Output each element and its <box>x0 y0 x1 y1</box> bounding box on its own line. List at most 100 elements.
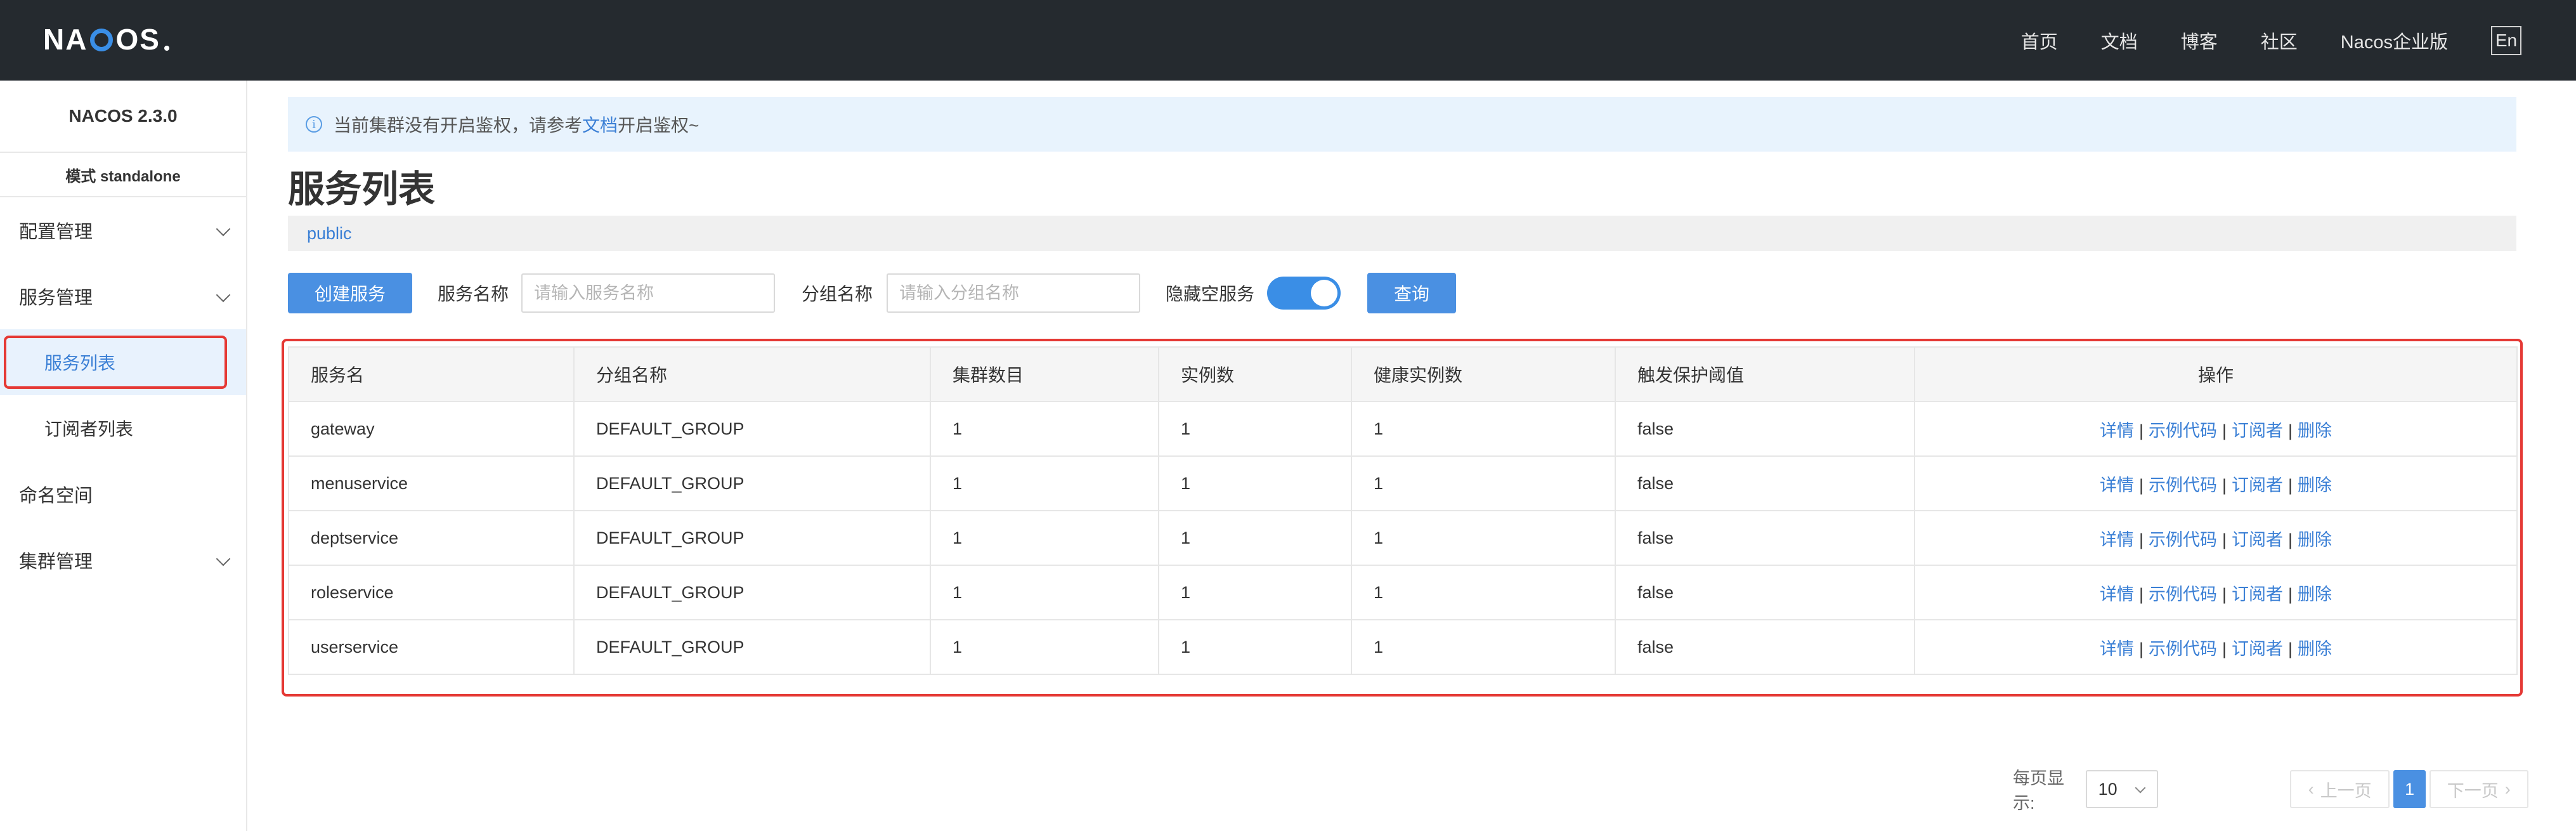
sample-code-link[interactable]: 示例代码 <box>2149 639 2217 658</box>
next-page-button[interactable]: 下一页 › <box>2429 770 2528 808</box>
nav-blog[interactable]: 博客 <box>2181 27 2218 54</box>
subscribers-link[interactable]: 订阅者 <box>2232 421 2283 440</box>
table-cell-operations: 详情 | 示例代码 | 订阅者 | 删除 <box>1914 510 2518 566</box>
notice-text-after: 开启鉴权~ <box>618 115 699 135</box>
service-name-input[interactable] <box>521 273 776 313</box>
namespace-tab-public[interactable]: public <box>307 224 352 244</box>
detail-link[interactable]: 详情 <box>2100 639 2134 658</box>
column-header: 健康实例数 <box>1351 346 1616 402</box>
subscribers-link[interactable]: 订阅者 <box>2232 476 2283 495</box>
chevron-left-icon: ‹ <box>2308 779 2314 799</box>
nav-docs[interactable]: 文档 <box>2101 27 2138 54</box>
table-cell-operations: 详情 | 示例代码 | 订阅者 | 删除 <box>1914 401 2518 457</box>
sidebar-item-service-list[interactable]: 服务列表 <box>0 329 246 395</box>
logo-ring-icon <box>90 29 114 51</box>
delete-link[interactable]: 删除 <box>2298 476 2332 495</box>
notice-docs-link[interactable]: 文档 <box>582 112 618 137</box>
nav-home[interactable]: 首页 <box>2021 27 2058 54</box>
table-cell-healthy: 1 <box>1351 565 1616 620</box>
nav-community[interactable]: 社区 <box>2261 27 2298 54</box>
sidebar-item-subscriber-list[interactable]: 订阅者列表 <box>0 395 246 461</box>
table-cell-group: DEFAULT_GROUP <box>573 455 931 511</box>
table-cell-protect: false <box>1615 619 1915 675</box>
separator: | <box>2138 584 2143 604</box>
logo-dot-icon <box>164 46 169 51</box>
next-page-label: 下一页 <box>2447 781 2499 801</box>
mode-label: 模式 standalone <box>0 152 246 197</box>
detail-link[interactable]: 详情 <box>2100 530 2134 549</box>
sidebar: NACOS 2.3.0 模式 standalone 配置管理 服务管理 服务列表… <box>0 81 247 831</box>
sidebar-item-namespace[interactable]: 命名空间 <box>0 461 246 527</box>
subscribers-link[interactable]: 订阅者 <box>2232 585 2283 604</box>
sample-code-link[interactable]: 示例代码 <box>2149 476 2217 495</box>
prev-page-button[interactable]: ‹ 上一页 <box>2290 770 2390 808</box>
sidebar-item-label: 订阅者列表 <box>44 419 134 439</box>
table-cell-protect: false <box>1615 455 1915 511</box>
column-header: 操作 <box>1914 346 2518 402</box>
delete-link[interactable]: 删除 <box>2298 585 2332 604</box>
column-header: 服务名 <box>288 346 575 402</box>
sample-code-link[interactable]: 示例代码 <box>2149 585 2217 604</box>
page-size-select[interactable]: 10 <box>2085 770 2159 808</box>
subscribers-link[interactable]: 订阅者 <box>2232 530 2283 549</box>
table-cell-group: DEFAULT_GROUP <box>573 510 931 566</box>
table-cell-clusters: 1 <box>930 619 1159 675</box>
separator: | <box>2288 530 2293 549</box>
sidebar-item-label: 服务管理 <box>19 288 93 308</box>
info-icon: i <box>306 116 322 133</box>
service-table-container: 服务名 分组名称 集群数目 实例数 健康实例数 触发保护阈值 操作 gatewa… <box>282 339 2523 697</box>
delete-link[interactable]: 删除 <box>2298 421 2332 440</box>
column-header: 集群数目 <box>930 346 1159 402</box>
table-row: deptservice DEFAULT_GROUP 1 1 1 false 详情 | 示例代码 |… <box>288 510 2518 566</box>
table-cell-name: deptservice <box>288 510 575 566</box>
create-service-button[interactable]: 创建服务 <box>288 273 412 313</box>
auth-notice: i 当前集群没有开启鉴权，请参考 文档 开启鉴权~ <box>288 97 2516 152</box>
query-button[interactable]: 查询 <box>1367 273 1457 313</box>
table-cell-healthy: 1 <box>1351 401 1616 457</box>
chevron-down-icon <box>216 551 231 566</box>
subscribers-link[interactable]: 订阅者 <box>2232 639 2283 658</box>
page-number-current[interactable]: 1 <box>2393 770 2426 808</box>
notice-text-before: 当前集群没有开启鉴权，请参考 <box>334 115 583 135</box>
detail-link[interactable]: 详情 <box>2100 585 2134 604</box>
page-size-value: 10 <box>2098 779 2117 799</box>
sample-code-link[interactable]: 示例代码 <box>2149 530 2217 549</box>
hide-empty-toggle[interactable] <box>1267 277 1341 310</box>
version-label: NACOS 2.3.0 <box>68 106 178 126</box>
sidebar-item-label: 集群管理 <box>19 552 93 572</box>
table-cell-name: gateway <box>288 401 575 457</box>
sidebar-item-cluster-management[interactable]: 集群管理 <box>0 527 246 593</box>
column-header: 触发保护阈值 <box>1615 346 1915 402</box>
nav-enterprise[interactable]: Nacos企业版 <box>2341 27 2448 54</box>
language-toggle-button[interactable]: En <box>2491 25 2521 55</box>
separator: | <box>2221 530 2227 549</box>
delete-link[interactable]: 删除 <box>2298 639 2332 658</box>
detail-link[interactable]: 详情 <box>2100 476 2134 495</box>
table-cell-name: userservice <box>288 619 575 675</box>
group-name-input[interactable] <box>887 273 1141 313</box>
table-cell-instances: 1 <box>1158 619 1352 675</box>
table-cell-clusters: 1 <box>930 510 1159 566</box>
logo-text-right: OS <box>115 23 160 56</box>
table-cell-clusters: 1 <box>930 455 1159 511</box>
table-header-row: 服务名 分组名称 集群数目 实例数 健康实例数 触发保护阈值 操作 <box>288 346 2518 402</box>
table-cell-group: DEFAULT_GROUP <box>573 565 931 620</box>
top-header: NA OS 首页 文档 博客 社区 Nacos企业版 En <box>0 0 2576 81</box>
table-cell-name: roleservice <box>288 565 575 620</box>
sidebar-item-service-management[interactable]: 服务管理 <box>0 263 246 329</box>
separator: | <box>2138 530 2143 549</box>
separator: | <box>2288 584 2293 604</box>
table-cell-name: menuservice <box>288 455 575 511</box>
sidebar-item-label: 命名空间 <box>19 486 93 506</box>
sample-code-link[interactable]: 示例代码 <box>2149 421 2217 440</box>
filter-bar: 创建服务 服务名称 分组名称 隐藏空服务 查询 <box>288 273 2516 313</box>
nacos-logo[interactable]: NA OS <box>43 20 169 58</box>
separator: | <box>2221 639 2227 658</box>
pagination: 每页显示: 10 ‹ 上一页 1 下一页 › <box>2013 769 2528 813</box>
detail-link[interactable]: 详情 <box>2100 421 2134 440</box>
toggle-knob <box>1311 280 1338 306</box>
sidebar-item-config-management[interactable]: 配置管理 <box>0 197 246 263</box>
namespace-bar: public <box>288 216 2516 251</box>
delete-link[interactable]: 删除 <box>2298 530 2332 549</box>
table-cell-operations: 详情 | 示例代码 | 订阅者 | 删除 <box>1914 565 2518 620</box>
